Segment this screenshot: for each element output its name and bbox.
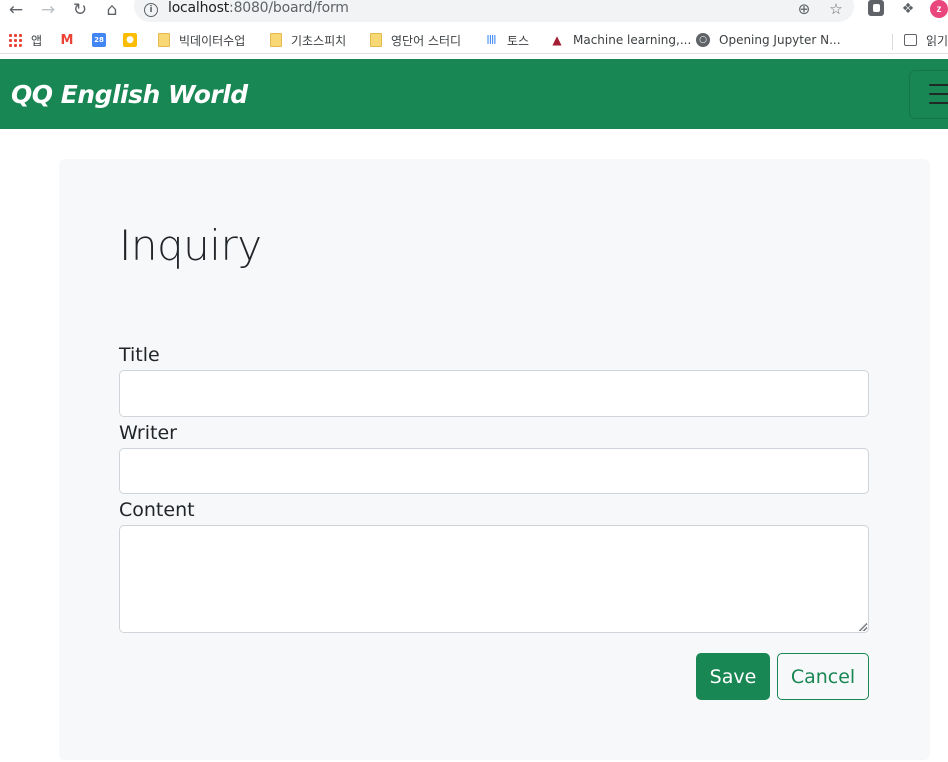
profile-avatar[interactable]: z bbox=[930, 0, 948, 18]
gmail-icon: M bbox=[60, 32, 74, 48]
bookmark-calendar[interactable]: 28 bbox=[92, 30, 115, 50]
reading-list[interactable]: 읽기 bbox=[904, 30, 948, 50]
url-path: :8080/board/form bbox=[229, 0, 349, 16]
zoom-icon[interactable]: ⊕ bbox=[794, 0, 814, 19]
bookmark-apps[interactable]: 앱 bbox=[8, 30, 42, 50]
address-bar[interactable]: i localhost:8080/board/form ⊕ ☆ bbox=[134, 0, 854, 22]
bookmarks-bar: 앱 M 28 ● 빅데이터수업 기초스피치 영단어 스터디 |||| 토스 ▲ … bbox=[0, 28, 948, 54]
title-label: Title bbox=[119, 344, 160, 366]
folder-icon bbox=[270, 33, 282, 47]
calendar-icon: 28 bbox=[92, 33, 106, 47]
keep-icon: ● bbox=[123, 33, 137, 47]
home-icon[interactable]: ⌂ bbox=[102, 0, 122, 20]
bookmark-machine-learning[interactable]: ▲ Machine learning,... bbox=[550, 30, 691, 50]
bookmarks-divider bbox=[892, 34, 893, 50]
bookmark-label: 빅데이터수업 bbox=[179, 33, 246, 48]
content-label: Content bbox=[119, 499, 195, 521]
bookmark-label: Machine learning,... bbox=[573, 33, 692, 47]
writer-label: Writer bbox=[119, 422, 177, 444]
save-button[interactable]: Save bbox=[696, 653, 770, 700]
bookmark-folder-bigdata[interactable]: 빅데이터수업 bbox=[158, 30, 245, 50]
navbar-toggle-button[interactable] bbox=[909, 70, 948, 119]
writer-input[interactable] bbox=[119, 448, 869, 494]
bookmark-jupyter[interactable]: ○ Opening Jupyter N... bbox=[696, 30, 841, 50]
bookmark-label: 토스 bbox=[507, 33, 530, 48]
reading-list-label: 읽기 bbox=[926, 33, 948, 48]
reading-list-icon bbox=[904, 34, 917, 46]
extensions-puzzle-icon[interactable]: ❖ bbox=[899, 0, 917, 18]
hamburger-menu-icon bbox=[929, 84, 948, 106]
bookmark-star-icon[interactable]: ☆ bbox=[826, 0, 846, 19]
url-host: localhost bbox=[168, 0, 230, 16]
bookmark-gmail[interactable]: M bbox=[60, 30, 83, 50]
globe-icon: ○ bbox=[696, 33, 710, 47]
inquiry-form-card: Inquiry Title Writer Content Save Cancel bbox=[59, 159, 930, 760]
bookmark-label: 기초스피치 bbox=[291, 33, 347, 48]
folder-icon bbox=[370, 33, 382, 47]
back-arrow-icon[interactable]: ← bbox=[6, 0, 26, 20]
browser-toolbar: ← → ↻ ⌂ i localhost:8080/board/form ⊕ ☆ … bbox=[0, 0, 948, 22]
bookmark-keep[interactable]: ● bbox=[123, 30, 146, 50]
reload-icon[interactable]: ↻ bbox=[70, 0, 90, 20]
extension-icon[interactable] bbox=[868, 0, 884, 16]
content-textarea[interactable] bbox=[119, 525, 869, 633]
bookmark-label: Opening Jupyter N... bbox=[719, 33, 841, 47]
toss-icon: |||| bbox=[486, 35, 496, 45]
bookmark-label: 앱 bbox=[31, 33, 43, 48]
page-title: Inquiry bbox=[119, 221, 262, 270]
folder-icon bbox=[158, 33, 170, 47]
site-navbar: QQ English World bbox=[0, 59, 948, 129]
forward-arrow-icon[interactable]: → bbox=[38, 0, 58, 20]
bookmark-toss[interactable]: |||| 토스 bbox=[484, 30, 529, 50]
title-input[interactable] bbox=[119, 370, 869, 417]
cancel-button[interactable]: Cancel bbox=[777, 653, 869, 700]
apps-grid-icon bbox=[8, 33, 22, 47]
content-textarea-wrap bbox=[119, 525, 869, 633]
resize-handle-icon[interactable] bbox=[859, 623, 867, 631]
url-text[interactable]: localhost:8080/board/form bbox=[168, 0, 349, 16]
bookmark-folder-vocab[interactable]: 영단어 스터디 bbox=[370, 30, 461, 50]
site-info-icon[interactable]: i bbox=[144, 3, 158, 17]
mit-icon: ▲ bbox=[552, 33, 562, 47]
bookmark-folder-speech[interactable]: 기초스피치 bbox=[270, 30, 346, 50]
bookmark-label: 영단어 스터디 bbox=[391, 33, 462, 48]
brand-logo[interactable]: QQ English World bbox=[11, 80, 248, 109]
